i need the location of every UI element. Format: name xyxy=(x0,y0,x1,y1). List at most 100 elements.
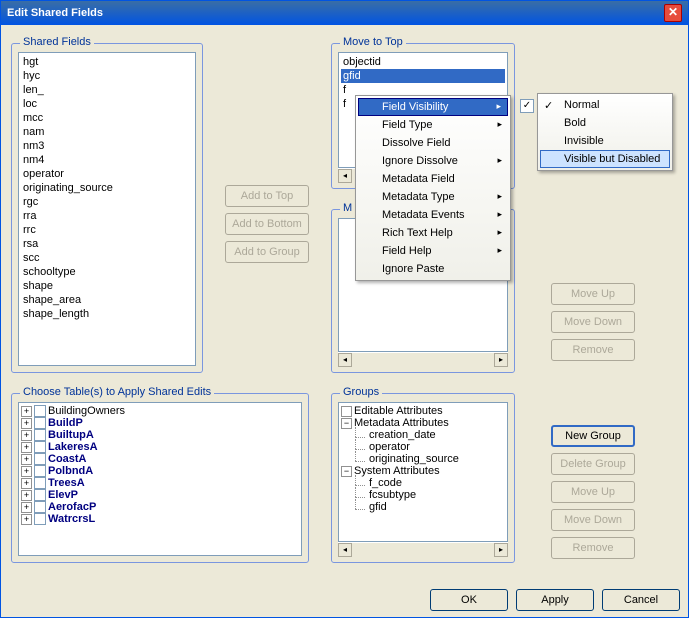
menu-item[interactable]: Metadata Field xyxy=(358,170,508,188)
list-item[interactable]: mcc xyxy=(21,111,193,125)
context-menu[interactable]: Field VisibilityField TypeDissolve Field… xyxy=(355,95,511,281)
menu-item[interactable]: Ignore Paste xyxy=(358,260,508,278)
submenu-item[interactable]: ✓Normal xyxy=(540,96,670,114)
checkbox[interactable] xyxy=(34,501,46,513)
add-to-group-button[interactable]: Add to Group xyxy=(225,241,309,263)
ok-button[interactable]: OK xyxy=(430,589,508,611)
table-row[interactable]: +LakeresA xyxy=(21,441,299,453)
list-item[interactable]: nm3 xyxy=(21,139,193,153)
choose-tables-tree[interactable]: +BuildingOwners+BuildP+BuiltupA+LakeresA… xyxy=(18,402,302,556)
tree-node[interactable]: −Metadata Attributes xyxy=(341,417,505,429)
list-item[interactable]: rra xyxy=(21,209,193,223)
checkbox[interactable] xyxy=(34,465,46,477)
checkbox[interactable] xyxy=(34,513,46,525)
expander-icon[interactable]: + xyxy=(21,502,32,513)
tree-leaf[interactable]: creation_date xyxy=(341,429,505,441)
checkbox[interactable] xyxy=(34,453,46,465)
groups-tree[interactable]: Editable Attributes−Metadata Attributesc… xyxy=(338,402,508,542)
scroll-left-icon[interactable]: ◂ xyxy=(338,353,352,367)
expander-icon[interactable]: + xyxy=(21,514,32,525)
tree-leaf[interactable]: originating_source xyxy=(341,453,505,465)
submenu-item[interactable]: Bold xyxy=(540,114,670,132)
cancel-button[interactable]: Cancel xyxy=(602,589,680,611)
list-item[interactable]: nm4 xyxy=(21,153,193,167)
checkbox[interactable] xyxy=(34,489,46,501)
apply-button[interactable]: Apply xyxy=(516,589,594,611)
table-row[interactable]: +ElevP xyxy=(21,489,299,501)
expander-icon[interactable]: + xyxy=(21,430,32,441)
menu-item[interactable]: Field Visibility xyxy=(358,98,508,116)
table-row[interactable]: +PolbndA xyxy=(21,465,299,477)
table-row[interactable]: +WatrcrsL xyxy=(21,513,299,525)
expander-icon[interactable]: + xyxy=(21,478,32,489)
list-item[interactable]: rrc xyxy=(21,223,193,237)
move-down-button[interactable]: Move Down xyxy=(551,311,635,333)
scroll-left-icon[interactable]: ◂ xyxy=(338,169,352,183)
menu-item[interactable]: Field Type xyxy=(358,116,508,134)
checkbox[interactable] xyxy=(34,405,46,417)
tree-leaf[interactable]: operator xyxy=(341,441,505,453)
tree-node[interactable]: −System Attributes xyxy=(341,465,505,477)
expander-icon[interactable]: − xyxy=(341,418,352,429)
list-item[interactable]: objectid xyxy=(341,55,505,69)
scroll-right-icon[interactable]: ▸ xyxy=(494,353,508,367)
menu-item[interactable]: Rich Text Help xyxy=(358,224,508,242)
menu-item[interactable]: Metadata Events xyxy=(358,206,508,224)
menu-item[interactable]: Dissolve Field xyxy=(358,134,508,152)
checkbox[interactable] xyxy=(34,441,46,453)
delete-group-button[interactable]: Delete Group xyxy=(551,453,635,475)
list-item[interactable]: loc xyxy=(21,97,193,111)
menu-item[interactable]: Field Help xyxy=(358,242,508,260)
table-row[interactable]: +AerofacP xyxy=(21,501,299,513)
add-to-bottom-button[interactable]: Add to Bottom xyxy=(225,213,309,235)
expander-icon[interactable]: + xyxy=(21,406,32,417)
list-item[interactable]: hyc xyxy=(21,69,193,83)
list-item[interactable]: shape xyxy=(21,279,193,293)
add-to-top-button[interactable]: Add to Top xyxy=(225,185,309,207)
expander-icon[interactable]: + xyxy=(21,490,32,501)
list-item[interactable]: len_ xyxy=(21,83,193,97)
list-item[interactable]: originating_source xyxy=(21,181,193,195)
remove-button[interactable]: Remove xyxy=(551,339,635,361)
submenu-item[interactable]: Invisible xyxy=(540,132,670,150)
tree-leaf[interactable]: f_code xyxy=(341,477,505,489)
menu-item[interactable]: Ignore Dissolve xyxy=(358,152,508,170)
scroll-left-icon[interactable]: ◂ xyxy=(338,543,352,557)
list-item[interactable]: shape_length xyxy=(21,307,193,321)
menu-item[interactable]: Metadata Type xyxy=(358,188,508,206)
visibility-submenu[interactable]: ✓NormalBoldInvisibleVisible but Disabled xyxy=(537,93,673,171)
checkbox[interactable] xyxy=(34,477,46,489)
visibility-checkbox[interactable]: ✓ xyxy=(520,99,534,113)
list-item[interactable]: hgt xyxy=(21,55,193,69)
remove-group-button[interactable]: Remove xyxy=(551,537,635,559)
list-item[interactable]: gfid xyxy=(341,69,505,83)
list-item[interactable]: rsa xyxy=(21,237,193,251)
list-item[interactable]: schooltype xyxy=(21,265,193,279)
close-icon[interactable]: ✕ xyxy=(664,4,682,22)
expander-icon[interactable]: − xyxy=(341,466,352,477)
table-row[interactable]: +CoastA xyxy=(21,453,299,465)
table-row[interactable]: +TreesA xyxy=(21,477,299,489)
scroll-right-icon[interactable]: ▸ xyxy=(494,543,508,557)
list-item[interactable]: operator xyxy=(21,167,193,181)
expander-icon[interactable]: + xyxy=(21,418,32,429)
expander-icon[interactable] xyxy=(341,406,352,417)
move-up-button[interactable]: Move Up xyxy=(551,283,635,305)
table-row[interactable]: +BuildingOwners xyxy=(21,405,299,417)
checkbox[interactable] xyxy=(34,417,46,429)
expander-icon[interactable]: + xyxy=(21,466,32,477)
list-item[interactable]: nam xyxy=(21,125,193,139)
expander-icon[interactable]: + xyxy=(21,442,32,453)
list-item[interactable]: scc xyxy=(21,251,193,265)
table-row[interactable]: +BuildP xyxy=(21,417,299,429)
shared-fields-list[interactable]: hgthyclen_locmccnamnm3nm4operatororigina… xyxy=(18,52,196,366)
new-group-button[interactable]: New Group xyxy=(551,425,635,447)
expander-icon[interactable]: + xyxy=(21,454,32,465)
h-scrollbar-3[interactable]: ◂ ▸ xyxy=(338,542,508,556)
tree-leaf[interactable]: gfid xyxy=(341,501,505,513)
table-row[interactable]: +BuiltupA xyxy=(21,429,299,441)
h-scrollbar-2[interactable]: ◂ ▸ xyxy=(338,352,508,366)
checkbox[interactable] xyxy=(34,429,46,441)
submenu-item[interactable]: Visible but Disabled xyxy=(540,150,670,168)
tree-leaf[interactable]: fcsubtype xyxy=(341,489,505,501)
